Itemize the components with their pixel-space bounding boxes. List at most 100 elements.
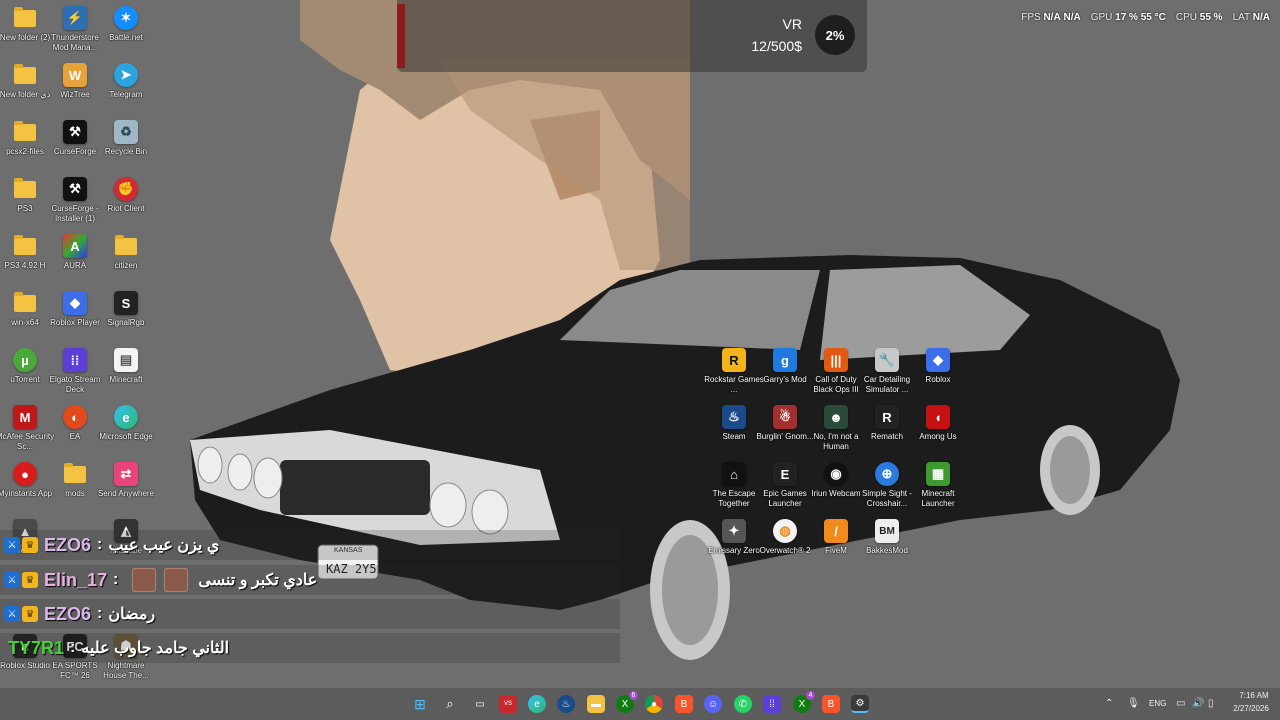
desktop-icon-label: Recycle Bin [104,147,148,156]
thunderstore-icon: ⚡ [63,6,87,30]
overwatch-icon: ◍ [773,519,797,543]
steam-icon: ♨ [722,405,746,429]
burglin-icon: ☃ [773,405,797,429]
desktop-icon-rematch[interactable]: R Rematch [859,405,915,461]
microphone-icon[interactable]: 🎙 [1127,698,1140,709]
chat-username: EZO6 [44,603,92,624]
volume-icon[interactable]: 🔊 [1192,698,1204,709]
desktop-icon-car-detailing[interactable]: 🔧 Car Detailing Simulator ... [859,348,915,404]
desktop-icon-signalrgb[interactable]: S SignalRgb [98,291,154,347]
folder-icon [14,178,36,198]
desktop-icon-epic[interactable]: E Epic Games Launcher [757,462,813,518]
escape-together-icon: ⌂ [722,462,746,486]
desktop-icon-edge[interactable]: e Microsoft Edge [98,405,154,461]
taskbar-app-discord[interactable]: ☺ [704,695,722,713]
taskbar-app-vs[interactable]: VS [499,695,517,713]
desktop-icon-curseforge[interactable]: ⚒ CurseForge [47,120,103,176]
chat-username: TY7R1 [8,637,65,658]
desktop-icon-citizen[interactable]: citizen [98,234,154,290]
crown-badge-icon: ♛ [22,606,38,622]
taskbar-app-edge[interactable]: e [528,695,546,713]
moderator-badge-icon: ⚔ [4,606,20,622]
task-view-icon[interactable]: ▭ [471,695,489,713]
desktop-icon-mods[interactable]: mods [47,462,103,518]
desktop-icon-label: Riot Client [107,204,145,213]
desktop-icon-steam[interactable]: ♨ Steam [706,405,762,461]
folder-icon [14,64,36,84]
folder-icon [64,463,86,483]
desktop-icon-label: Minecraft [109,375,143,384]
desktop-icon-aura[interactable]: A AURA [47,234,103,290]
clock-date[interactable]: 2/27/2026 [1228,704,1274,713]
taskbar-app-brave[interactable]: B [675,695,693,713]
taskbar-app-brave-2[interactable]: B [822,695,840,713]
battery-icon[interactable]: ▯ [1208,698,1214,709]
desktop-icon-wiztree[interactable]: W WizTree [47,63,103,119]
language-indicator[interactable]: ENG [1149,699,1166,708]
taskbar-app-settings[interactable]: ⚙ [851,695,869,713]
desktop-icon-iriun[interactable]: ◉ Iriun Webcam [808,462,864,518]
bakkesmod-icon: BM [875,519,899,543]
desktop-icon-simple-sight[interactable]: ⊕ Simple Sight - Crosshair... [859,462,915,518]
taskbar-app-chrome[interactable]: ● [645,695,663,713]
desktop-icon-label: Telegram [109,90,143,99]
chat-text: الثاني جامد جاوب عليه [81,640,230,657]
desktop-icon-burglin[interactable]: ☃ Burglin' Gnom... [756,405,814,461]
desktop-icon-rockstar[interactable]: R Rockstar Games ... [704,348,764,404]
desktop-icon-recycle-bin[interactable]: ♻ Recycle Bin [98,120,154,176]
desktop-icon-bakkesmod[interactable]: BM BakkesMod [859,519,915,575]
desktop-icon-among-us[interactable]: ◖ Among Us [910,405,966,461]
desktop-icon-emissary-zero[interactable]: ✦ Emissary Zero [706,519,762,575]
chat-message: ⚔ ♛ Elin_17 : عادي تكبر و تنسى [0,565,620,595]
desktop-icon-roblox[interactable]: ◆ Roblox [910,348,966,404]
elgato-icon: ⁞⁞ [63,348,87,372]
riot-client-icon: ✊ [114,177,138,201]
performance-overlay: FPS N/A N/A GPU 17 % 55 °C CPU 55 % LAT … [1021,12,1270,23]
moderator-badge-icon: ⚔ [4,572,20,588]
chat-username: EZO6 [44,534,92,555]
chevron-up-icon[interactable]: ⌃ [1105,698,1113,709]
desktop-icon-riot-client[interactable]: ✊ Riot Client [98,177,154,233]
chat-separator: : [113,571,119,588]
recycle-bin-icon: ♻ [114,120,138,144]
taskbar-app-stream-deck[interactable]: ⁞⁞ [763,695,781,713]
start-button[interactable]: ⊞ [411,695,429,713]
taskbar-app-steam[interactable]: ♨ [557,695,575,713]
desktop-icon-minecraft-file[interactable]: ▤ Minecraft [98,348,154,404]
desktop-icon-elgato[interactable]: ⁞⁞ Elgato Stream Deck [47,348,103,404]
desktop-icon-label: Send Anywhere [97,489,155,498]
desktop-icon-minecraft-launcher[interactable]: ▦ Minecraft Launcher [910,462,966,518]
curseforge-icon: ⚒ [63,120,87,144]
desktop-icon-roblox-player[interactable]: ◆ Roblox Player [47,291,103,347]
chat-message: ⚔ ♛ EZO6 : رمضان [0,599,620,629]
curseforge-installer-icon: ⚒ [63,177,87,201]
search-icon[interactable]: ⌕ [441,695,459,713]
desktop-icon-label: citizen [114,261,138,270]
desktop-icon-escape-together[interactable]: ⌂ The Escape Together [706,462,762,518]
taskbar-app-whatsapp[interactable]: ✆ [734,695,752,713]
iriun-icon: ◉ [824,462,848,486]
taskbar-app-xbox-1[interactable]: X 6 [616,691,638,713]
desktop-icon-curseforge-installer[interactable]: ⚒ CurseForge - Installer (1) [47,177,103,233]
chat-text: رمضان [108,606,156,623]
desktop-icon-overwatch[interactable]: ◍ Overwatch® 2 [757,519,813,575]
rockstar-icon: R [722,348,746,372]
crown-badge-icon: ♛ [22,537,38,553]
desktop-icon-cod-bo3[interactable]: ||| Call of Duty Black Ops III [808,348,864,404]
send-anywhere-icon: ⇄ [114,462,138,486]
car-detailing-icon: 🔧 [875,348,899,372]
desktop-icon-telegram[interactable]: ➤ Telegram [98,63,154,119]
desktop-icon-garrys-mod[interactable]: g Garry's Mod [757,348,813,404]
desktop-icon-thunderstore[interactable]: ⚡ Thunderstore Mod Mana... [47,6,103,62]
desktop-icon-battlenet[interactable]: ✶ Battle.net [98,6,154,62]
desktop-icon-send-anywhere[interactable]: ⇄ Send Anywhere [98,462,154,518]
desktop-icon-ea[interactable]: ◐ EA [47,405,103,461]
taskbar-app-xbox-2[interactable]: X 4 [793,691,815,713]
desktop-icon-no-im-not-human[interactable]: ☻ No, I'm not a Human [808,405,864,461]
myinstants-icon: ● [13,462,37,486]
folder-icon [115,235,137,255]
network-icon[interactable]: ▭ [1176,698,1185,709]
file-explorer-icon[interactable]: ▬ [587,695,605,713]
desktop-icon-fivem[interactable]: / FiveM [808,519,864,575]
clock-time[interactable]: 7:16 AM [1236,691,1272,700]
